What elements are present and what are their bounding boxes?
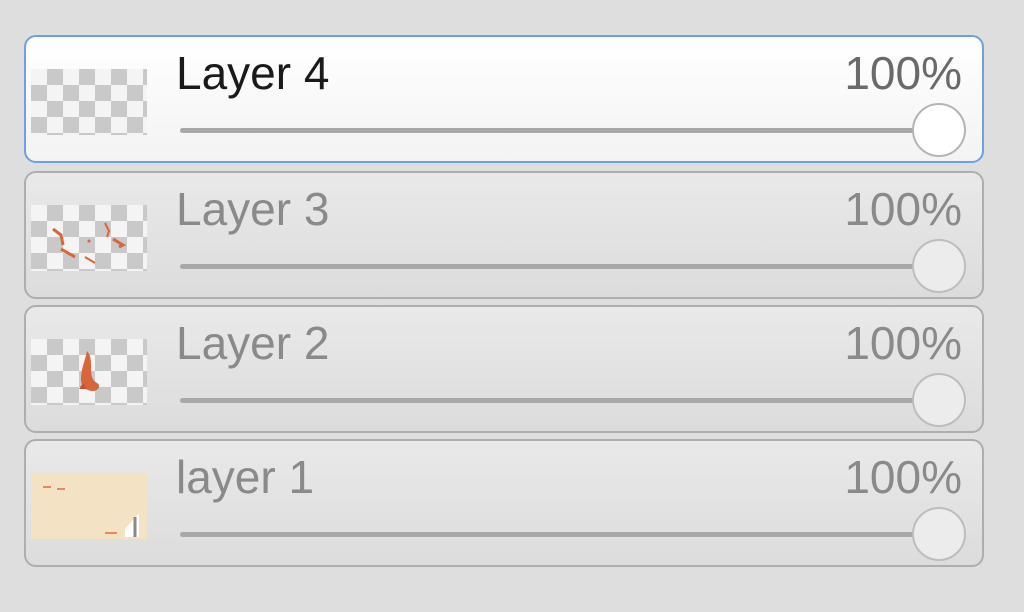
layer-thumbnail[interactable]: [31, 473, 147, 539]
layer-row-2[interactable]: Layer 2 100%: [24, 305, 984, 433]
slider-track[interactable]: [180, 398, 962, 403]
slider-track[interactable]: [180, 532, 962, 537]
opacity-slider[interactable]: [176, 237, 966, 297]
transparent-checker-thumbnail-icon: [31, 69, 147, 135]
layer-opacity-value: 100%: [844, 47, 962, 99]
orange-strokes-thumbnail-icon: [52, 222, 127, 264]
layer-name: layer 1: [176, 451, 315, 503]
layer-opacity-value: 100%: [844, 451, 962, 503]
slider-knob[interactable]: [912, 103, 966, 157]
opacity-slider[interactable]: [176, 101, 966, 161]
beige-background-thumbnail-icon: [43, 486, 139, 537]
orange-figure-thumbnail-icon: [79, 351, 100, 391]
layers-panel: Layer 4 100% Layer 3 100% Layer 2 100% l…: [0, 0, 1024, 612]
layer-name: Layer 4: [176, 47, 330, 99]
opacity-slider[interactable]: [176, 505, 966, 565]
layer-name: Layer 2: [176, 317, 330, 369]
layer-row-1[interactable]: layer 1 100%: [24, 439, 984, 567]
layer-opacity-value: 100%: [844, 317, 962, 369]
slider-track[interactable]: [180, 264, 962, 269]
layer-row-4[interactable]: Layer 4 100%: [24, 35, 984, 163]
layer-name: Layer 3: [176, 183, 330, 235]
slider-knob[interactable]: [912, 373, 966, 427]
slider-knob[interactable]: [912, 507, 966, 561]
layer-thumbnail[interactable]: [31, 69, 147, 135]
slider-knob[interactable]: [912, 239, 966, 293]
layer-thumbnail[interactable]: [31, 339, 147, 405]
opacity-slider[interactable]: [176, 371, 966, 431]
slider-track[interactable]: [180, 128, 962, 133]
layer-opacity-value: 100%: [844, 183, 962, 235]
layer-thumbnail[interactable]: [31, 205, 147, 271]
layer-row-3[interactable]: Layer 3 100%: [24, 171, 984, 299]
